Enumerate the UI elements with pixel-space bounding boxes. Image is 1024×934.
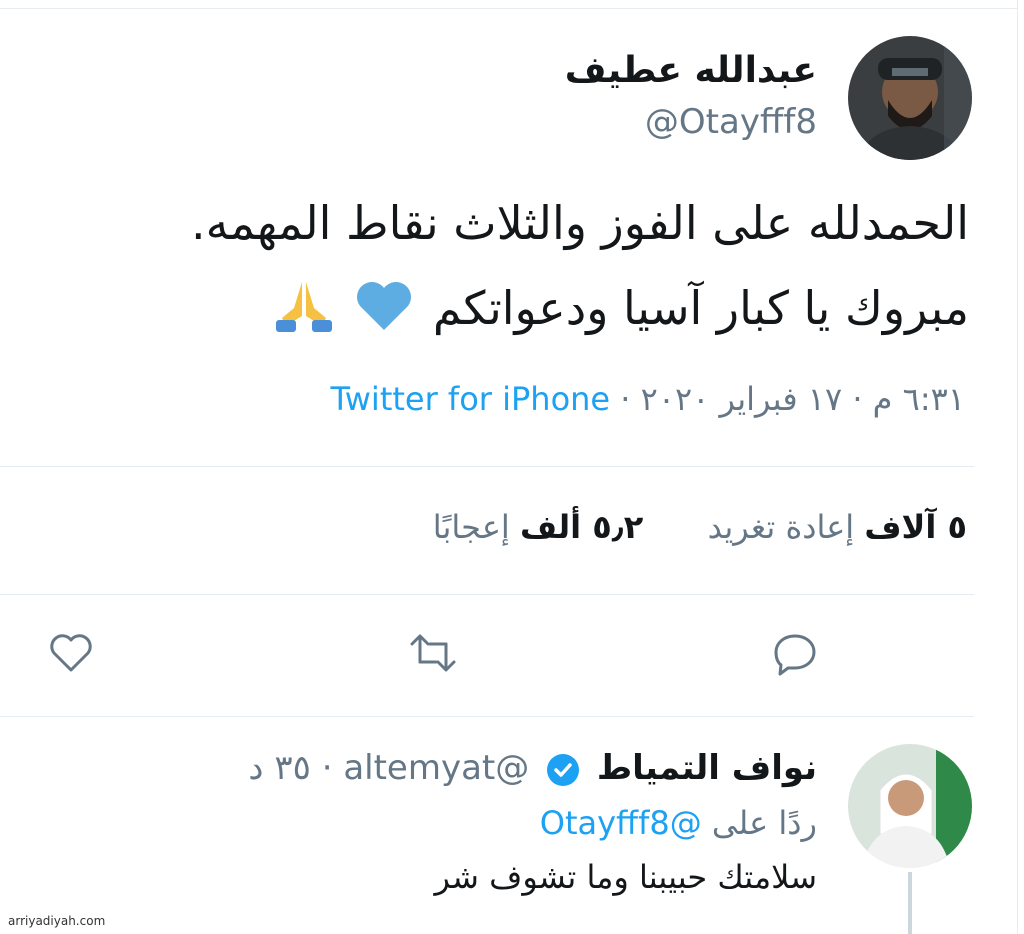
reply-text: سلامتك حبيبنا وما تشوف شر	[434, 858, 817, 896]
author-name[interactable]: عبدالله عطيف	[565, 50, 817, 91]
reply-author-handle[interactable]: @altemyat	[343, 748, 529, 788]
retweets-label: إعادة تغريد	[707, 508, 855, 546]
like-button[interactable]	[46, 628, 96, 678]
reply-author-name[interactable]: نواف التمياط	[597, 748, 817, 788]
replying-to: ردًا على @Otayfff8	[540, 804, 817, 842]
divider	[0, 466, 974, 467]
folded-hands-icon	[272, 278, 336, 345]
reply-time[interactable]: ٣٥ د	[248, 748, 310, 788]
tweet-text-line-2: مبروك يا كبار آسيا ودعواتكم	[272, 278, 969, 345]
author-avatar[interactable]	[848, 36, 972, 160]
divider	[0, 716, 974, 717]
heart-icon	[50, 634, 92, 672]
top-divider	[0, 8, 1017, 9]
meta-dot: ·	[852, 380, 863, 418]
retweet-button[interactable]	[408, 628, 458, 678]
blue-heart-icon	[354, 280, 414, 343]
retweets-stat[interactable]: ٥ آلاف إعادة تغريد	[697, 508, 967, 546]
tweet-date[interactable]: ١٧ فبراير ٢٠٢٠	[641, 380, 843, 418]
tweet-meta: ٦:٣١ م · ١٧ فبراير ٢٠٢٠ · Twitter for iP…	[331, 380, 966, 418]
retweet-icon	[410, 634, 456, 672]
likes-count: ٥٫٢ ألف	[519, 508, 644, 546]
likes-stat[interactable]: ٥٫٢ ألف إعجابًا	[433, 508, 643, 546]
tweet-source-link[interactable]: Twitter for iPhone	[331, 380, 611, 418]
reply-author-avatar[interactable]	[848, 744, 972, 868]
replying-prefix: ردًا على	[711, 804, 817, 842]
verified-badge-icon	[546, 753, 580, 787]
watermark: arriyadiyah.com	[8, 914, 106, 928]
retweets-count: ٥ آلاف	[864, 508, 967, 546]
reply-icon	[774, 634, 816, 676]
meta-dot: ·	[620, 380, 631, 418]
divider	[0, 594, 974, 595]
tweet-time: ٦:٣١ م	[872, 380, 965, 418]
author-handle[interactable]: @Otayfff8	[645, 102, 817, 142]
tweet-stats: ٥ آلاف إعادة تغريد ٥٫٢ ألف إعجابًا	[433, 508, 967, 546]
reply-header: نواف التمياط @altemyat · ٣٥ د	[248, 748, 817, 788]
likes-label: إعجابًا	[432, 508, 510, 546]
reply-button[interactable]	[770, 628, 820, 678]
thread-line	[908, 872, 912, 934]
replying-handle-link[interactable]: @Otayfff8	[540, 804, 702, 842]
tweet-text-line-1: الحمدلله على الفوز والثلاث نقاط المهمه.	[190, 196, 969, 250]
reply-dot: ·	[321, 748, 333, 788]
tweet-panel: عبدالله عطيف @Otayfff8 الحمدلله على الفو…	[0, 0, 1018, 934]
tweet-text-line-2-text: مبروك يا كبار آسيا ودعواتكم	[432, 281, 969, 335]
